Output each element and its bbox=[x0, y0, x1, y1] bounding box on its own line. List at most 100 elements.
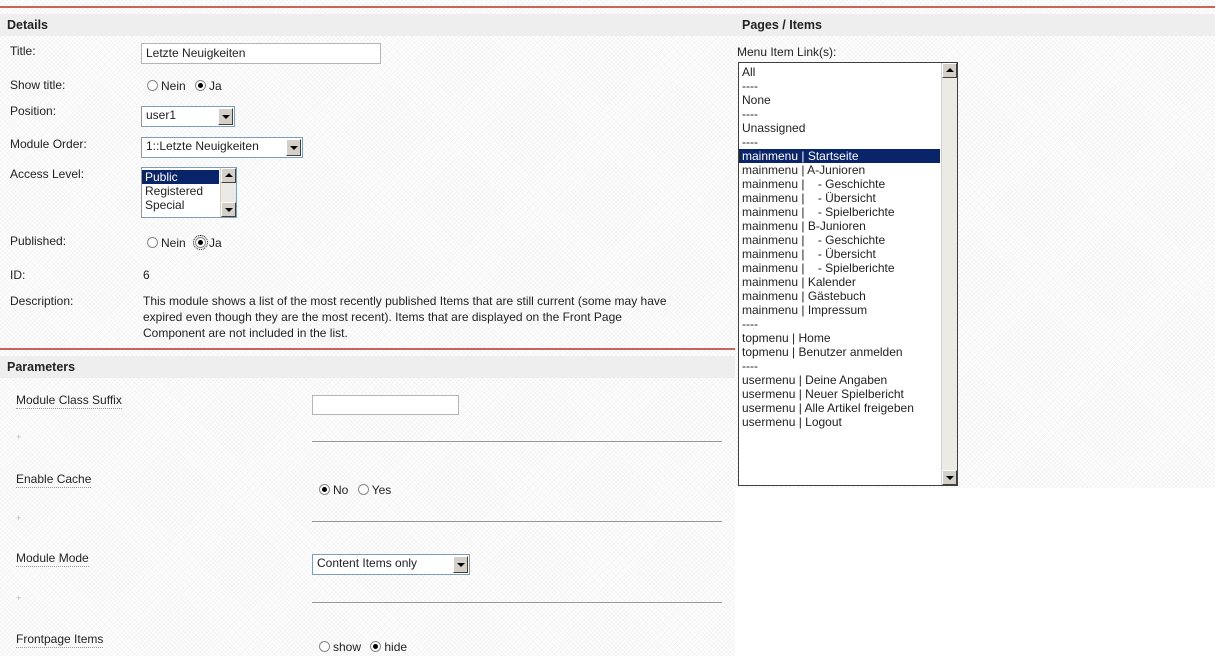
menu-item-option[interactable]: All bbox=[739, 65, 940, 79]
chevron-down-icon[interactable] bbox=[286, 139, 301, 156]
enable-cache-label: Enable Cache bbox=[16, 472, 92, 488]
details-header: Details bbox=[0, 14, 735, 36]
chevron-down-icon[interactable] bbox=[453, 556, 468, 573]
menu-item-option[interactable]: mainmenu | - Geschichte bbox=[739, 177, 940, 191]
access-level-label: Access Level: bbox=[10, 167, 85, 181]
row-divider bbox=[312, 602, 722, 603]
access-level-option-public[interactable]: Public bbox=[142, 170, 219, 184]
published-label: Published: bbox=[10, 234, 67, 248]
menu-item-option[interactable]: mainmenu | - Übersicht bbox=[739, 191, 940, 205]
access-level-scrollbar[interactable] bbox=[220, 168, 236, 217]
published-ja-label: Ja bbox=[209, 236, 222, 250]
enable-cache-yes-label: Yes bbox=[371, 483, 392, 497]
title-input[interactable]: Letzte Neuigkeiten bbox=[141, 43, 381, 64]
id-value: 6 bbox=[143, 268, 150, 282]
row-divider bbox=[312, 441, 722, 442]
published-ja-radio[interactable] bbox=[193, 235, 209, 250]
show-title-ja-label: Ja bbox=[209, 79, 222, 93]
id-label: ID: bbox=[10, 268, 26, 282]
frontpage-items-show-radio[interactable] bbox=[319, 641, 330, 652]
module-mode-label: Module Mode bbox=[16, 551, 89, 567]
menu-item-option[interactable]: None bbox=[739, 93, 940, 107]
menu-item-option[interactable]: mainmenu | - Übersicht bbox=[739, 247, 940, 261]
row-marker: + bbox=[16, 513, 22, 523]
enable-cache-no-radio[interactable] bbox=[319, 484, 330, 495]
pages-header: Pages / Items bbox=[735, 14, 1215, 36]
menu-item-option[interactable]: ---- bbox=[739, 79, 940, 93]
position-label: Position: bbox=[10, 104, 57, 118]
menu-item-option[interactable]: usermenu | Logout bbox=[739, 415, 940, 429]
frontpage-items-hide-label: hide bbox=[384, 640, 408, 654]
menu-item-option[interactable]: Unassigned bbox=[739, 121, 940, 135]
frontpage-items-radio-group: show hide bbox=[319, 640, 413, 654]
class-suffix-input[interactable] bbox=[312, 395, 459, 415]
enable-cache-no-label: No bbox=[333, 483, 349, 497]
show-title-radio-group: Nein Ja bbox=[147, 79, 228, 93]
enable-cache-yes-radio[interactable] bbox=[357, 484, 369, 495]
pages-top-border bbox=[735, 6, 1215, 8]
menu-item-option[interactable]: mainmenu | - Spielberichte bbox=[739, 205, 940, 219]
menu-item-option[interactable]: ---- bbox=[739, 107, 940, 121]
show-title-label: Show title: bbox=[10, 78, 66, 92]
menu-items-listbox[interactable]: All ---- None ---- Unassigned ---- mainmenu | … bbox=[738, 62, 958, 486]
module-order-label: Module Order: bbox=[10, 137, 87, 151]
module-order-select[interactable]: 1::Letzte Neuigkeiten bbox=[141, 137, 303, 158]
access-level-option-registered[interactable]: Registered bbox=[142, 184, 219, 198]
menu-item-option[interactable]: ---- bbox=[739, 317, 940, 331]
parameters-header: Parameters bbox=[0, 356, 735, 378]
access-level-option-special[interactable]: Special bbox=[142, 198, 219, 212]
module-mode-select-value: Content Items only bbox=[317, 556, 418, 570]
description-line: Component are not included in the list. bbox=[143, 326, 348, 340]
description-line: expired even though they are the most re… bbox=[143, 310, 622, 324]
description-text: This module shows a list of the most rec… bbox=[143, 293, 733, 341]
position-select-value: user1 bbox=[146, 108, 177, 122]
menu-item-option[interactable]: topmenu | Benutzer anmelden bbox=[739, 345, 940, 359]
menu-item-option[interactable]: usermenu | Deine Angaben bbox=[739, 373, 940, 387]
published-radio-group: Nein Ja bbox=[147, 235, 228, 250]
menu-item-option[interactable]: mainmenu | Gästebuch bbox=[739, 289, 940, 303]
class-suffix-label: Module Class Suffix bbox=[16, 393, 122, 409]
menu-item-option[interactable]: mainmenu | Kalender bbox=[739, 275, 940, 289]
menu-item-option[interactable]: mainmenu | A-Junioren bbox=[739, 163, 940, 177]
scroll-up-icon[interactable] bbox=[221, 168, 236, 183]
show-title-nein-radio[interactable] bbox=[147, 80, 158, 91]
scroll-down-icon[interactable] bbox=[221, 202, 236, 217]
chevron-down-icon[interactable] bbox=[218, 108, 233, 125]
menu-item-option[interactable]: ---- bbox=[739, 135, 940, 149]
row-marker: + bbox=[16, 593, 22, 603]
menu-item-option[interactable]: ---- bbox=[739, 359, 940, 373]
pages-panel-footer bbox=[735, 488, 1215, 656]
title-label: Title: bbox=[10, 44, 36, 58]
frontpage-items-show-label: show bbox=[333, 640, 362, 654]
module-order-select-value: 1::Letzte Neuigkeiten bbox=[146, 139, 259, 153]
row-marker: + bbox=[16, 432, 22, 442]
show-title-nein-label: Nein bbox=[161, 79, 186, 93]
row-divider bbox=[312, 521, 722, 522]
frontpage-items-hide-radio[interactable] bbox=[370, 641, 382, 652]
parameters-top-border bbox=[0, 348, 735, 350]
description-label: Description: bbox=[10, 294, 74, 308]
scroll-down-icon[interactable] bbox=[942, 470, 957, 485]
menu-item-option[interactable]: topmenu | Home bbox=[739, 331, 940, 345]
menu-items-list: All ---- None ---- Unassigned ---- mainmenu | … bbox=[739, 65, 940, 429]
enable-cache-radio-group: No Yes bbox=[319, 483, 397, 497]
access-level-listbox[interactable]: Public Registered Special bbox=[141, 167, 237, 218]
menu-item-option[interactable]: usermenu | Alle Artikel freigeben bbox=[739, 401, 940, 415]
menu-item-option[interactable]: mainmenu | Startseite bbox=[739, 149, 940, 163]
details-top-border bbox=[0, 6, 735, 8]
show-title-ja-radio[interactable] bbox=[195, 80, 207, 91]
menu-item-option[interactable]: mainmenu | - Spielberichte bbox=[739, 261, 940, 275]
menu-item-option[interactable]: mainmenu | - Geschichte bbox=[739, 233, 940, 247]
description-line: This module shows a list of the most rec… bbox=[143, 294, 667, 308]
published-nein-label: Nein bbox=[161, 236, 186, 250]
menu-items-scrollbar[interactable] bbox=[941, 63, 957, 485]
published-nein-radio[interactable] bbox=[147, 237, 158, 248]
module-mode-select[interactable]: Content Items only bbox=[312, 554, 470, 575]
scroll-up-icon[interactable] bbox=[942, 63, 957, 78]
position-select[interactable]: user1 bbox=[141, 106, 235, 127]
menu-link-label: Menu Item Link(s): bbox=[737, 45, 837, 59]
frontpage-items-label: Frontpage Items bbox=[16, 632, 104, 648]
menu-item-option[interactable]: mainmenu | Impressum bbox=[739, 303, 940, 317]
menu-item-option[interactable]: usermenu | Neuer Spielbericht bbox=[739, 387, 940, 401]
menu-item-option[interactable]: mainmenu | B-Junioren bbox=[739, 219, 940, 233]
